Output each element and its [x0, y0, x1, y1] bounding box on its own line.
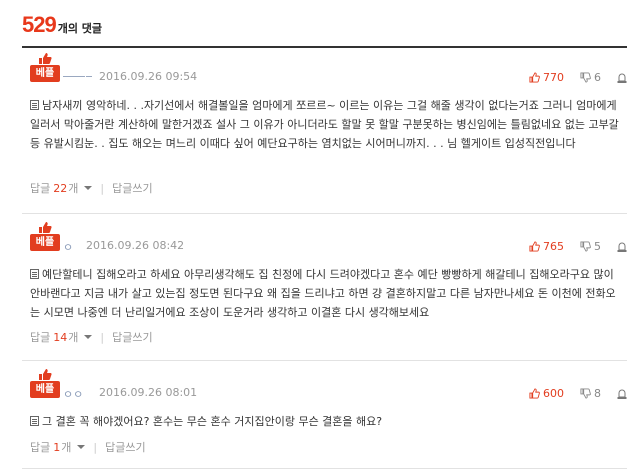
best-comment: 베플 2016.09.26 09:54 770 6 남자새끼 영악하네. . .…: [22, 52, 627, 211]
header-divider: [22, 46, 627, 48]
nickname-placeholder: [63, 76, 85, 77]
thumbs-down-icon: [580, 387, 591, 399]
reply-count: 1: [53, 440, 61, 454]
downvote-button[interactable]: 8: [580, 387, 601, 400]
best-badge: 베플: [30, 368, 60, 400]
write-reply-link[interactable]: 답글쓰기: [105, 439, 145, 455]
comment-divider: [22, 213, 627, 214]
best-label: 베플: [30, 65, 60, 82]
comment-count: 529: [22, 12, 57, 37]
comment-count-header: 529 개의 댓글: [22, 12, 102, 42]
comment-count-label: 개의 댓글: [57, 22, 103, 35]
siren-icon[interactable]: [617, 72, 627, 83]
best-label: 베플: [30, 381, 60, 398]
note-icon: [30, 100, 39, 110]
downvote-button[interactable]: 5: [580, 240, 601, 253]
comment-text: 그 결혼 꼭 해야겠어요? 혼수는 무슨 혼수 거지집안이랑 무슨 결혼을 해요…: [42, 415, 383, 428]
thumbs-up-icon: [529, 240, 540, 252]
caret-down-icon: [84, 335, 93, 339]
thumbs-down-icon: [580, 240, 591, 252]
reply-label: 답글: [30, 331, 51, 344]
upvote-count: 765: [543, 239, 564, 253]
separator: |: [100, 330, 105, 344]
reply-label: 답글: [30, 182, 51, 195]
downvote-count: 8: [594, 386, 601, 400]
comment-meta: 베플 ㅇㅇ 2016.09.26 08:01 600 8: [30, 368, 627, 402]
comment-date: 2016.09.26 08:01: [99, 386, 198, 399]
upvote-button[interactable]: 770: [529, 71, 564, 84]
comment-meta: 베플 2016.09.26 09:54 770 6: [30, 52, 627, 86]
comment-body: 남자새끼 영악하네. . .자기선에서 해결볼일을 엄마에게 쪼르르~ 이르는 …: [30, 96, 620, 153]
comment-divider: [22, 468, 627, 469]
best-label: 베플: [30, 234, 60, 251]
nickname[interactable]: ㅇ: [63, 239, 73, 255]
write-reply-link[interactable]: 답글쓰기: [112, 180, 152, 196]
reply-toggle[interactable]: 답글 22 개: [30, 180, 93, 196]
reply-bar: 답글 14 개 | 답글쓰기: [30, 329, 153, 345]
vote-group: 765 5: [529, 239, 627, 253]
comment-text: 예단할테니 집해오라고 하세요 아무리생각해도 집 친정에 다시 드려야겠다고 …: [30, 268, 616, 319]
downvote-count: 6: [594, 70, 601, 84]
thumbs-up-icon: [39, 222, 52, 233]
reply-count: 14: [53, 330, 68, 344]
comment-body: 그 결혼 꼭 해야겠어요? 혼수는 무슨 혼수 거지집안이랑 무슨 결혼을 해요…: [30, 412, 620, 431]
upvote-count: 770: [543, 70, 564, 84]
upvote-count: 600: [543, 386, 564, 400]
caret-down-icon: [84, 186, 93, 190]
upvote-button[interactable]: 765: [529, 240, 564, 253]
comment-date: 2016.09.26 09:54: [99, 70, 198, 83]
comment-meta: 베플 ㅇ 2016.09.26 08:42 765 5: [30, 221, 627, 255]
nickname-placeholder: [86, 76, 92, 77]
thumbs-up-icon: [529, 387, 540, 399]
comment-divider: [22, 360, 627, 361]
best-badge: 베플: [30, 221, 60, 253]
downvote-button[interactable]: 6: [580, 71, 601, 84]
write-reply-link[interactable]: 답글쓰기: [112, 329, 152, 345]
reply-count: 22: [53, 181, 68, 195]
thumbs-up-icon: [529, 71, 540, 83]
reply-bar: 답글 22 개 | 답글쓰기: [30, 180, 153, 196]
best-comment: 베플 ㅇ 2016.09.26 08:42 765 5 예단할테니 집해오라고 …: [22, 221, 627, 359]
reply-bar: 답글 1 개 | 답글쓰기: [30, 439, 146, 455]
separator: |: [93, 440, 98, 454]
thumbs-up-icon: [39, 369, 52, 380]
best-comment: 베플 ㅇㅇ 2016.09.26 08:01 600 8 그 결혼 꼭 해야겠어…: [22, 368, 627, 466]
reply-unit: 개: [61, 441, 72, 454]
upvote-button[interactable]: 600: [529, 387, 564, 400]
comment-body: 예단할테니 집해오라고 하세요 아무리생각해도 집 친정에 다시 드려야겠다고 …: [30, 265, 620, 322]
siren-icon[interactable]: [617, 388, 627, 399]
best-badge: 베플: [30, 52, 60, 84]
reply-unit: 개: [68, 182, 79, 195]
comment-date: 2016.09.26 08:42: [86, 239, 185, 252]
reply-toggle[interactable]: 답글 14 개: [30, 329, 93, 345]
reply-toggle[interactable]: 답글 1 개: [30, 439, 86, 455]
thumbs-up-icon: [39, 53, 52, 64]
separator: |: [100, 181, 105, 195]
note-icon: [30, 416, 39, 426]
vote-group: 600 8: [529, 386, 627, 400]
note-icon: [30, 269, 39, 279]
nickname[interactable]: ㅇㅇ: [63, 386, 83, 402]
reply-unit: 개: [68, 331, 79, 344]
thumbs-down-icon: [580, 71, 591, 83]
siren-icon[interactable]: [617, 241, 627, 252]
comment-text: 남자새끼 영악하네. . .자기선에서 해결볼일을 엄마에게 쪼르르~ 이르는 …: [30, 99, 619, 150]
reply-label: 답글: [30, 441, 51, 454]
caret-down-icon: [77, 445, 86, 449]
downvote-count: 5: [594, 239, 601, 253]
vote-group: 770 6: [529, 70, 627, 84]
